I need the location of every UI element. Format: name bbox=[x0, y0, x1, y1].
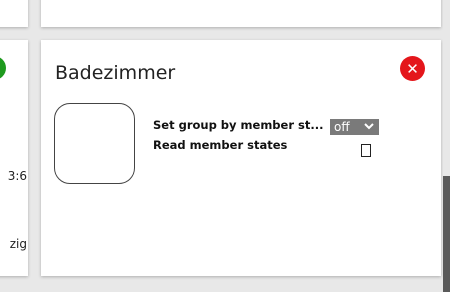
read-member-states-label: Read member states bbox=[153, 138, 288, 152]
chevron-down-icon bbox=[364, 123, 374, 130]
card-left-partial: ✓ 3:6 zig bbox=[0, 40, 28, 276]
left-card-text-fragment: 3:6 bbox=[7, 169, 27, 183]
close-circle-icon[interactable]: ✕ bbox=[400, 56, 425, 81]
card-top-partial bbox=[41, 0, 441, 27]
set-group-select[interactable]: off bbox=[330, 119, 379, 135]
left-card-text-fragment: zig bbox=[9, 237, 27, 251]
check-circle-icon: ✓ bbox=[0, 56, 6, 80]
set-group-by-member-states-label: Set group by member st... bbox=[153, 118, 324, 132]
group-card: Badezimmer ✕ Set group by member st... o… bbox=[41, 40, 441, 276]
set-group-select-value: off bbox=[334, 120, 350, 134]
group-image-placeholder bbox=[54, 103, 135, 184]
card-top-left-partial bbox=[0, 0, 28, 27]
card-title: Badezimmer bbox=[55, 62, 176, 84]
read-member-states-checkbox[interactable] bbox=[361, 144, 371, 157]
scrollbar-thumb[interactable] bbox=[443, 176, 450, 292]
